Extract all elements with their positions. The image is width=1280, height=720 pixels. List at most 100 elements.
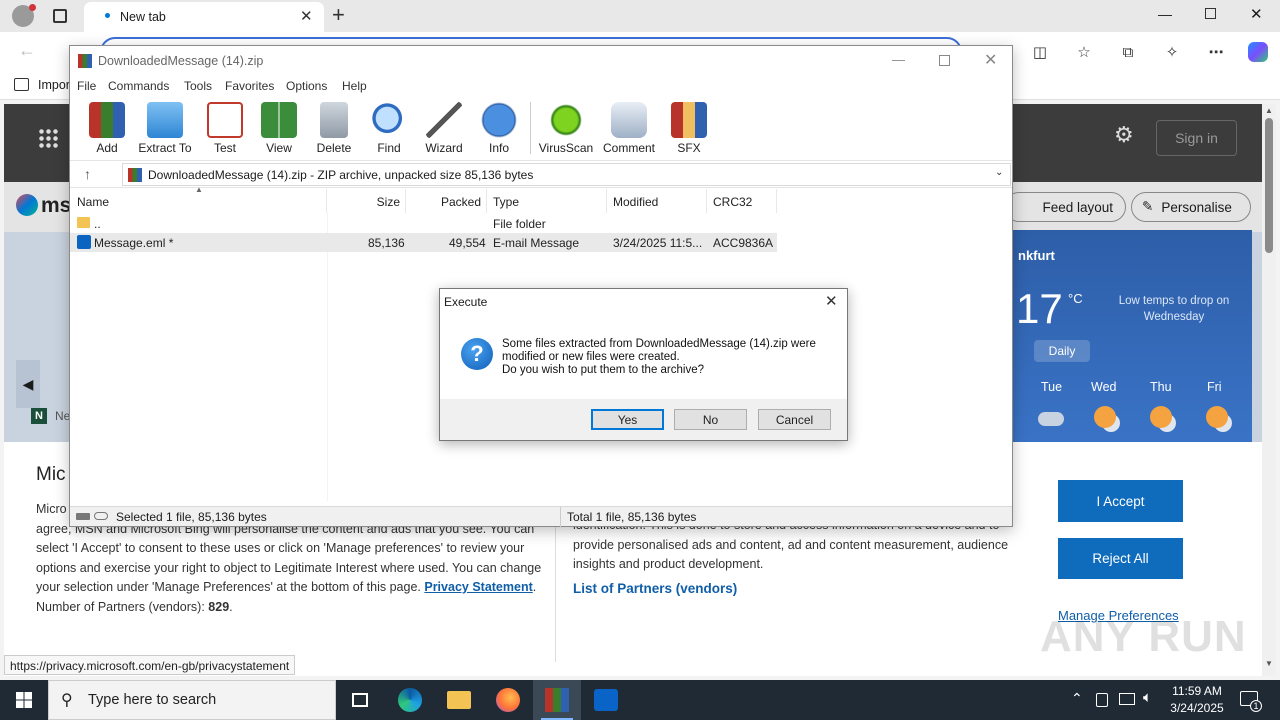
menu-file[interactable]: File <box>77 79 96 93</box>
up-folder-icon[interactable]: ↑ <box>84 166 91 182</box>
apps-grid-icon[interactable] <box>38 128 60 150</box>
page-scroll-thumb[interactable] <box>1265 118 1273 253</box>
tool-sfx-button[interactable]: SFX <box>661 102 717 155</box>
tray-overflow-icon[interactable]: ⌃ <box>1071 690 1083 707</box>
extensions-icon[interactable]: ✧ <box>1158 38 1186 66</box>
tool-info-button[interactable]: Info <box>471 102 527 155</box>
task-view-icon <box>352 693 368 707</box>
tool-add-button[interactable]: Add <box>79 102 135 155</box>
tray-device-icon[interactable] <box>1096 693 1108 707</box>
tab-new-tab[interactable]: New tab ✕ <box>84 2 324 32</box>
taskbar-winrar[interactable] <box>533 680 581 720</box>
settings-gear-icon[interactable]: ⚙ <box>1114 122 1134 148</box>
weather-day-thu: Thu <box>1150 380 1172 394</box>
tool-wizard-button[interactable]: Wizard <box>416 102 472 155</box>
import-favorites-icon <box>14 78 29 91</box>
tool-delete-button[interactable]: Delete <box>306 102 362 155</box>
tool-view-button[interactable]: View <box>251 102 307 155</box>
weather-card[interactable]: nkfurt 17 °C Low temps to drop on Wednes… <box>1012 230 1252 442</box>
menu-commands[interactable]: Commands <box>108 79 169 93</box>
feed-layout-button[interactable]: Feed layout <box>1004 192 1126 222</box>
tool-find-button[interactable]: Find <box>361 102 417 155</box>
tool-test-button[interactable]: Test <box>197 102 253 155</box>
more-menu-icon[interactable]: ⋯ <box>1202 38 1230 66</box>
yes-button[interactable]: Yes <box>591 409 664 430</box>
tool-comment-label: Comment <box>602 141 655 155</box>
restore-browser-icon[interactable] <box>1205 8 1216 19</box>
column-modified[interactable]: Modified <box>607 189 707 213</box>
taskbar-edge[interactable] <box>386 680 434 720</box>
link-hover-url: https://privacy.microsoft.com/en-gb/priv… <box>10 659 290 673</box>
tool-extract-button[interactable]: Extract To <box>137 102 193 155</box>
personalise-button[interactable]: ✎ Personalise <box>1131 192 1251 222</box>
watermark-text: ANY RUN <box>1040 612 1247 661</box>
task-view-button[interactable] <box>336 680 384 720</box>
volume-icon[interactable]: 🔈︎ <box>1143 689 1152 706</box>
dialog-footer: Yes No Cancel <box>440 399 847 440</box>
column-crc32[interactable]: CRC32 <box>707 189 777 213</box>
column-type[interactable]: Type <box>487 189 607 213</box>
taskbar-search-box[interactable]: ⚲ Type here to search <box>48 680 336 720</box>
weather-daily-tab[interactable]: Daily <box>1034 340 1090 362</box>
table-row-parent[interactable]: .. File folder <box>70 214 777 233</box>
scroll-down-icon[interactable]: ▼ <box>1265 659 1273 668</box>
network-icon[interactable] <box>1119 693 1135 705</box>
sfx-box-icon <box>671 102 707 138</box>
new-tab-button[interactable]: + <box>332 2 345 28</box>
vendors-list-link[interactable]: List of Partners (vendors) <box>573 581 737 596</box>
view-book-icon <box>261 102 297 138</box>
column-size[interactable]: Size <box>327 189 406 213</box>
dialog-close-icon[interactable]: ✕ <box>825 292 838 310</box>
column-name[interactable]: Name <box>70 189 327 213</box>
carousel-prev-button[interactable]: ◀ <box>16 360 40 408</box>
winrar-minimize-icon[interactable]: — <box>892 52 905 67</box>
sign-in-button[interactable]: Sign in <box>1156 120 1237 156</box>
menu-favorites[interactable]: Favorites <box>225 79 274 93</box>
taskbar-firefox[interactable] <box>484 680 532 720</box>
search-placeholder: Type here to search <box>88 692 217 708</box>
wizard-wand-icon <box>426 102 462 138</box>
start-button[interactable] <box>0 680 48 720</box>
tab-actions-icon[interactable] <box>53 9 67 23</box>
page-scrollbar[interactable]: ▲ ▼ <box>1262 104 1276 676</box>
partly-sunny-icon <box>1150 406 1172 428</box>
dialog-title: Execute <box>444 295 488 309</box>
menu-tools[interactable]: Tools <box>184 79 212 93</box>
search-icon: ⚲ <box>61 692 73 709</box>
favorites-star-icon[interactable]: ☆ <box>1070 38 1098 66</box>
row-name: .. <box>94 217 101 231</box>
taskbar-file-explorer[interactable] <box>435 680 483 720</box>
clock-date[interactable]: 3/24/2025 <box>1168 701 1226 715</box>
dialog-message-line-3: Do you wish to put them to the archive? <box>502 364 704 376</box>
no-button[interactable]: No <box>674 409 747 430</box>
virusscan-bug-icon <box>548 102 584 138</box>
split-screen-icon[interactable]: ◫ <box>1026 38 1054 66</box>
reject-label: Reject All <box>1092 551 1149 566</box>
scroll-up-icon[interactable]: ▲ <box>1265 106 1273 115</box>
folder-icon <box>447 691 471 709</box>
cancel-button[interactable]: Cancel <box>758 409 831 430</box>
taskbar-outlook[interactable] <box>582 680 630 720</box>
minimize-browser-icon[interactable]: — <box>1158 6 1172 22</box>
copilot-icon[interactable] <box>1244 38 1272 66</box>
collections-icon[interactable]: ⧉ <box>1114 38 1142 66</box>
close-browser-icon[interactable]: ✕ <box>1250 5 1263 23</box>
path-dropdown-icon[interactable]: ⌄ <box>995 167 1003 178</box>
dialog-message-line-2: modified or new files were created. <box>502 351 680 363</box>
back-icon[interactable]: ← <box>18 40 36 61</box>
menu-options[interactable]: Options <box>286 79 327 93</box>
clock-time[interactable]: 11:59 AM <box>1170 684 1224 698</box>
table-row-message[interactable]: Message.eml * 85,136 49,554 E-mail Messa… <box>70 233 777 252</box>
column-packed[interactable]: Packed <box>406 189 487 213</box>
import-favorites-link[interactable]: Impor <box>38 78 70 92</box>
tool-comment-button[interactable]: Comment <box>601 102 657 155</box>
menu-help[interactable]: Help <box>342 79 367 93</box>
accept-button[interactable]: I Accept <box>1058 480 1183 522</box>
privacy-statement-link[interactable]: Privacy Statement <box>424 580 532 594</box>
winrar-close-icon[interactable]: ✕ <box>984 50 997 70</box>
tab-close-icon[interactable]: ✕ <box>300 7 313 25</box>
tool-virusscan-button[interactable]: VirusScan <box>538 102 594 155</box>
reject-all-button[interactable]: Reject All <box>1058 538 1183 579</box>
winrar-maximize-icon[interactable] <box>939 55 950 66</box>
archive-path-field[interactable]: DownloadedMessage (14).zip - ZIP archive… <box>122 163 1011 186</box>
